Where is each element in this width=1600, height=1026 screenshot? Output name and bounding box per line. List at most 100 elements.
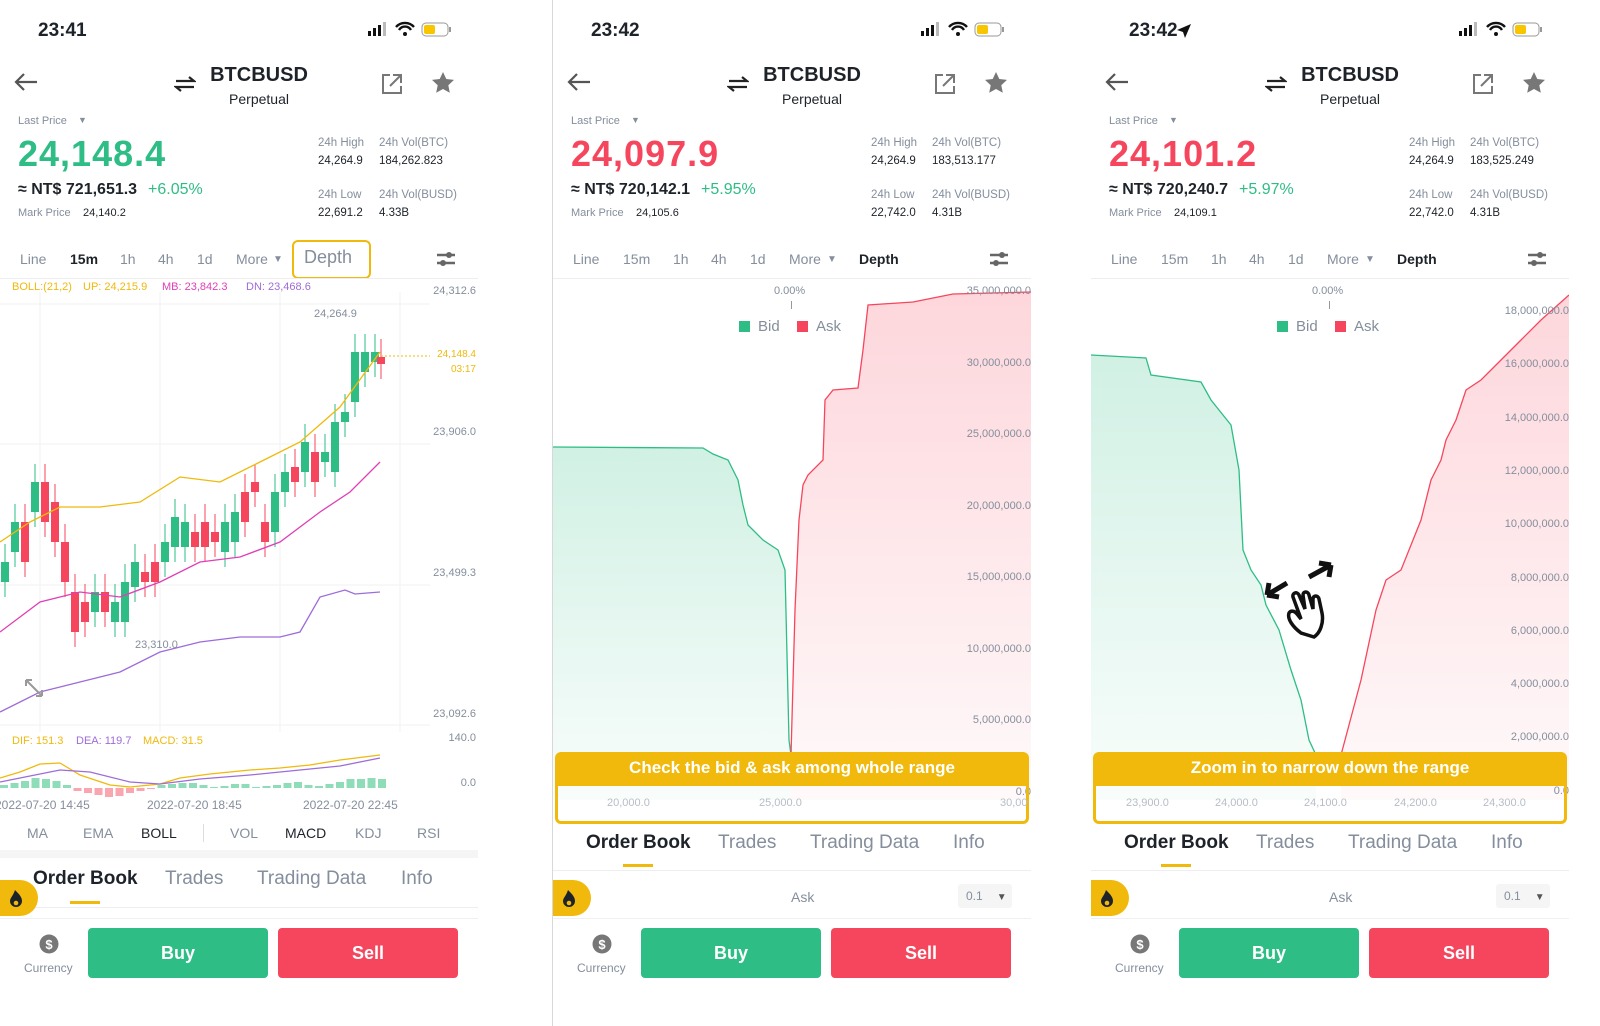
bottom-tab-order-book[interactable]: Order Book <box>33 868 138 890</box>
interval-tab-15m[interactable]: 15m <box>70 251 98 267</box>
interval-tab-more[interactable]: More <box>789 251 821 267</box>
price-step-select[interactable]: 0.1 ▼ <box>958 884 1012 908</box>
mark-price-label: Mark Price <box>571 207 624 219</box>
buy-button[interactable]: Buy <box>1179 928 1359 978</box>
indicator-tab-kdj[interactable]: KDJ <box>355 825 381 841</box>
active-tab-underline <box>623 864 653 867</box>
currency-button[interactable]: Currency <box>24 961 73 975</box>
interval-tab-15m[interactable]: 15m <box>623 251 650 267</box>
boll-lower-line <box>0 589 381 713</box>
stat-volb: 183,525.249 <box>1470 155 1534 167</box>
time-axis-tick: 2022-07-20 14:45 <box>0 798 90 812</box>
bottom-tab-order-book[interactable]: Order Book <box>586 832 691 854</box>
interval-tab-more[interactable]: More <box>236 251 268 267</box>
candle <box>231 512 239 542</box>
interval-tab-15m[interactable]: 15m <box>1161 251 1188 267</box>
macd-histogram-bar <box>94 788 103 795</box>
symbol-title[interactable]: BTCBUSD <box>20 64 478 87</box>
candle <box>251 482 259 492</box>
bottom-tab-info[interactable]: Info <box>953 832 985 854</box>
interval-tab-1h[interactable]: 1h <box>120 251 136 267</box>
chart-settings-icon <box>1526 249 1548 274</box>
more-caret-icon: ▼ <box>827 254 837 265</box>
macd-dea-line <box>0 757 381 785</box>
bottom-tab-order-book[interactable]: Order Book <box>1124 832 1229 854</box>
interval-tab-4h[interactable]: 4h <box>158 251 174 267</box>
macd-histogram-bar <box>73 788 82 791</box>
macd-histogram-bar <box>0 785 8 788</box>
indicator-tab-vol[interactable]: VOL <box>230 825 258 841</box>
bottom-tab-trades[interactable]: Trades <box>718 832 776 854</box>
interval-tab-1d[interactable]: 1d <box>197 251 213 267</box>
interval-tab-4h[interactable]: 4h <box>711 251 727 267</box>
interval-tab-4h[interactable]: 4h <box>1249 251 1265 267</box>
buy-button[interactable]: Buy <box>88 928 268 978</box>
candle <box>271 492 279 532</box>
interval-tab-1d[interactable]: 1d <box>750 251 766 267</box>
depth-axis-tick: 20,000,000.0 <box>966 499 1031 512</box>
macd-histogram-bar <box>262 786 271 788</box>
stat-low-label: 24h Low <box>1409 189 1453 201</box>
interval-tab-depth[interactable]: Depth <box>859 251 899 267</box>
currency-button[interactable]: Currency <box>577 961 626 975</box>
candle <box>81 602 89 622</box>
status-time: 23:41 <box>38 20 87 41</box>
sell-button[interactable]: Sell <box>1369 928 1549 978</box>
bottom-tab-trading-data[interactable]: Trading Data <box>810 832 919 854</box>
buy-button[interactable]: Buy <box>641 928 821 978</box>
interval-tab-line[interactable]: Line <box>20 251 46 267</box>
price-step-select[interactable]: 0.1 ▼ <box>1496 884 1550 908</box>
fullscreen-expand-icon <box>22 676 46 705</box>
contract-type: Perpetual <box>782 91 842 107</box>
interval-tab-line[interactable]: Line <box>1111 251 1137 267</box>
macd-histogram-bar <box>189 783 197 788</box>
interval-tab-more[interactable]: More <box>1327 251 1359 267</box>
low-price-marker: 23,310.0 <box>135 639 178 651</box>
symbol-title[interactable]: BTCBUSD <box>1111 64 1569 87</box>
interval-tab-1h[interactable]: 1h <box>1211 251 1227 267</box>
candle <box>161 542 169 562</box>
macd-histogram-bar <box>168 784 176 788</box>
last-price-label[interactable]: Last Price <box>1109 115 1158 127</box>
indicator-tab-ema[interactable]: EMA <box>83 825 113 841</box>
bottom-tab-trades[interactable]: Trades <box>165 868 223 890</box>
tab-divider <box>1091 870 1569 871</box>
interval-tab-line[interactable]: Line <box>573 251 599 267</box>
last-price-label[interactable]: Last Price <box>571 115 620 127</box>
depth-x-tick: 23,900.0 <box>1126 797 1169 809</box>
bottom-tab-trading-data[interactable]: Trading Data <box>257 868 366 890</box>
indicator-tab-boll[interactable]: BOLL <box>141 825 177 841</box>
currency-button[interactable]: Currency <box>1115 961 1164 975</box>
macd-macd-value: MACD: 31.5 <box>143 735 203 747</box>
symbol-title[interactable]: BTCBUSD <box>573 64 1031 87</box>
interval-tab-1d[interactable]: 1d <box>1288 251 1304 267</box>
bottom-tab-info[interactable]: Info <box>1491 832 1523 854</box>
macd-dea-value: DEA: 119.7 <box>76 735 132 747</box>
indicator-tab-ma[interactable]: MA <box>27 825 48 841</box>
bottom-tab-trades[interactable]: Trades <box>1256 832 1314 854</box>
contract-type: Perpetual <box>1320 91 1380 107</box>
macd-axis-tick: 0.0 <box>460 777 476 789</box>
sell-button[interactable]: Sell <box>278 928 458 978</box>
time-axis-tick: 2022-07-20 18:45 <box>147 798 242 812</box>
interval-tab-1h[interactable]: 1h <box>673 251 689 267</box>
candle <box>221 522 229 552</box>
bottom-tab-info[interactable]: Info <box>401 868 433 890</box>
price-axis-tick: 24,312.6 <box>433 285 476 297</box>
interval-tab-depth[interactable]: Depth <box>1397 251 1437 267</box>
depth-axis-tick: 35,000,000.0 <box>966 285 1031 297</box>
depth-axis-tick: 12,000,000.0 <box>1504 464 1569 477</box>
time-axis-tick: 2022-07-20 22:45 <box>303 798 398 812</box>
sell-button[interactable]: Sell <box>831 928 1011 978</box>
bottom-tab-trading-data[interactable]: Trading Data <box>1348 832 1457 854</box>
bid-depth-area <box>553 447 791 800</box>
indicator-tab-rsi[interactable]: RSI <box>417 825 440 841</box>
indicator-tab-macd[interactable]: MACD <box>285 825 326 841</box>
macd-histogram-bar <box>10 783 19 788</box>
step-caret-icon: ▼ <box>1534 892 1545 903</box>
macd-histogram-bar <box>325 784 334 788</box>
last-price-label[interactable]: Last Price <box>18 115 67 127</box>
candle-countdown: 03:17 <box>450 364 476 375</box>
status-icons <box>1459 20 1549 43</box>
chart-settings-icon <box>435 249 457 274</box>
